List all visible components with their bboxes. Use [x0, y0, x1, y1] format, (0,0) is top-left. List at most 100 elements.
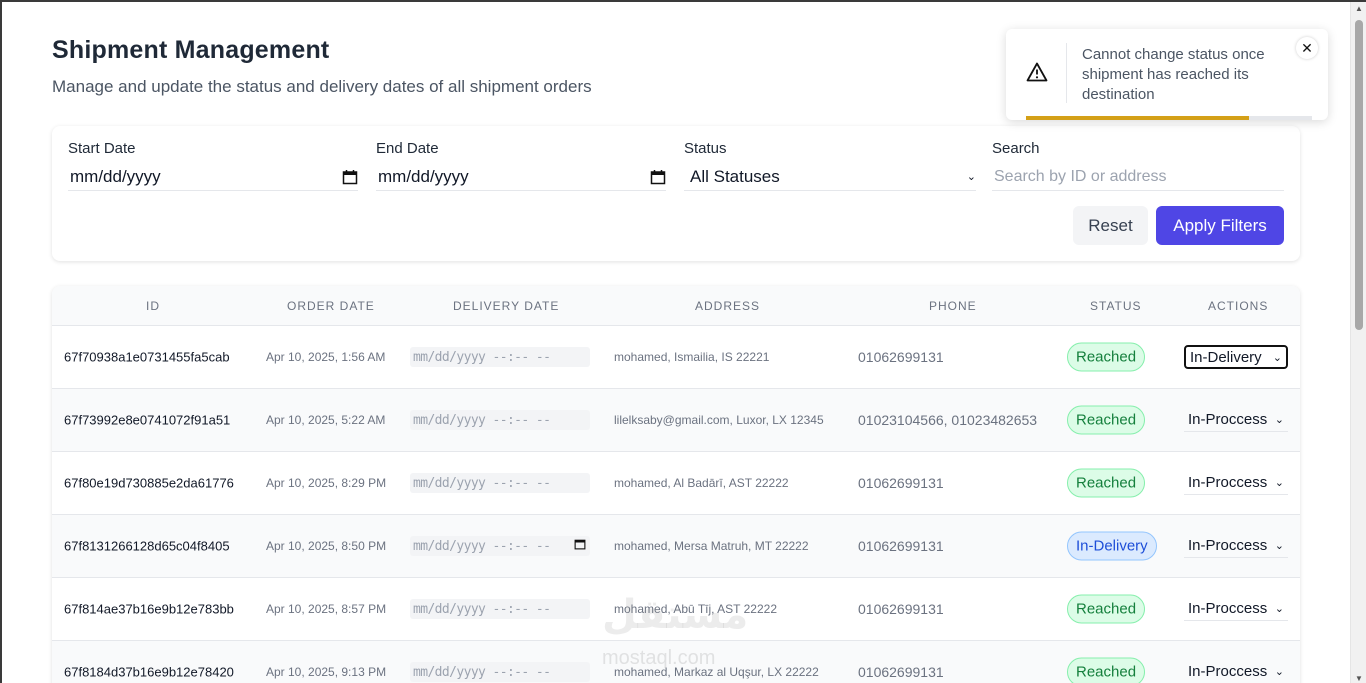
toast-divider: [1066, 43, 1067, 103]
column-header-phone: PHONE: [929, 299, 977, 313]
status-badge: Reached: [1067, 405, 1146, 435]
column-header-delivery-date: DELIVERY DATE: [453, 299, 560, 313]
table-row: 67f70938a1e0731455fa5cab Apr 10, 2025, 1:…: [52, 326, 1300, 389]
start-date-value: mm/dd/yyyy: [70, 166, 161, 186]
table-row: 67f8131266128d65c04f8405 Apr 10, 2025, 8:…: [52, 515, 1300, 578]
delivery-date-input[interactable]: mm/dd/yyyy --:-- --: [410, 662, 590, 682]
action-select[interactable]: In-Delivery ⌄: [1184, 345, 1288, 369]
chevron-down-icon: ⌄: [1274, 603, 1284, 615]
status-select[interactable]: All Statuses ⌄: [684, 163, 976, 191]
shipment-id: 67f8184d37b16e9b12e78420: [64, 664, 234, 680]
delivery-date-placeholder: mm/dd/yyyy --:-- --: [413, 412, 551, 428]
status-badge: Reached: [1067, 342, 1146, 372]
delivery-date-placeholder: mm/dd/yyyy --:-- --: [413, 664, 551, 680]
delivery-date-input[interactable]: mm/dd/yyyy --:-- --: [410, 473, 590, 493]
phone: 01062699131: [858, 349, 944, 365]
chevron-down-icon: ⌄: [1272, 351, 1282, 364]
search-label: Search: [992, 140, 1040, 157]
end-date-value: mm/dd/yyyy: [378, 166, 469, 186]
delivery-date-input[interactable]: mm/dd/yyyy --:-- --: [410, 410, 590, 430]
watermark-logo: مستقل: [602, 593, 749, 637]
calendar-icon[interactable]: [650, 169, 666, 185]
phone: 01062699131: [858, 601, 944, 617]
table-row: 67f80e19d730885e2da61776 Apr 10, 2025, 8:…: [52, 452, 1300, 515]
calendar-icon[interactable]: [342, 169, 358, 185]
search-field: Search Search by ID or address: [992, 140, 1284, 191]
scrollbar-thumb[interactable]: [1355, 20, 1363, 330]
order-date: Apr 10, 2025, 5:22 AM: [266, 413, 386, 427]
order-date: Apr 10, 2025, 8:57 PM: [266, 602, 387, 616]
column-header-order-date: ORDER DATE: [287, 299, 375, 313]
scroll-up-icon[interactable]: ▲: [1355, 4, 1363, 13]
order-date: Apr 10, 2025, 8:29 PM: [266, 476, 387, 490]
address: mohamed, Al Badārī, AST 22222: [614, 476, 789, 490]
status-badge: Reached: [1067, 468, 1146, 498]
status-label: Status: [684, 140, 727, 157]
delivery-date-placeholder: mm/dd/yyyy --:-- --: [413, 349, 551, 365]
end-date-field: End Date mm/dd/yyyy: [376, 140, 666, 191]
action-select-value: In-Proccess: [1188, 600, 1268, 617]
end-date-input[interactable]: mm/dd/yyyy: [376, 163, 666, 191]
delivery-date-input[interactable]: mm/dd/yyyy --:-- --: [410, 347, 590, 367]
reset-button[interactable]: Reset: [1073, 206, 1148, 245]
address: mohamed, Mersa Matruh, MT 22222: [614, 539, 809, 553]
toast-message: Cannot change status once shipment has r…: [1082, 46, 1265, 103]
table-row: 67f73992e8e0741072f91a51 Apr 10, 2025, 5:…: [52, 389, 1300, 452]
status-badge: Reached: [1067, 657, 1146, 683]
page-scrollbar[interactable]: ▲ ▼: [1350, 2, 1366, 683]
shipment-id: 67f8131266128d65c04f8405: [64, 538, 230, 554]
shipment-id: 67f70938a1e0731455fa5cab: [64, 349, 230, 365]
delivery-date-placeholder: mm/dd/yyyy --:-- --: [413, 601, 551, 617]
table-header: ID ORDER DATE DELIVERY DATE ADDRESS PHON…: [52, 286, 1300, 326]
search-input[interactable]: Search by ID or address: [992, 163, 1284, 191]
action-select-value: In-Proccess: [1188, 474, 1268, 491]
order-date: Apr 10, 2025, 8:50 PM: [266, 539, 387, 553]
address: mohamed, Ismailia, IS 22221: [614, 350, 770, 364]
order-date: Apr 10, 2025, 9:13 PM: [266, 665, 387, 679]
warning-icon: [1026, 62, 1048, 82]
apply-filters-button[interactable]: Apply Filters: [1156, 206, 1284, 245]
action-select-value: In-Delivery: [1190, 348, 1262, 366]
order-date: Apr 10, 2025, 1:56 AM: [266, 350, 386, 364]
toast-progress-bar: [1026, 116, 1250, 120]
column-header-actions: ACTIONS: [1208, 299, 1269, 313]
column-header-address: ADDRESS: [695, 299, 761, 313]
warning-toast: Cannot change status once shipment has r…: [1006, 29, 1328, 120]
phone: 01062699131: [858, 664, 944, 680]
page-title: Shipment Management: [52, 36, 330, 64]
watermark-url: mostaql.com: [602, 647, 716, 669]
status-badge: Reached: [1067, 594, 1146, 624]
chevron-down-icon: ⌄: [1274, 414, 1284, 426]
shipment-id: 67f814ae37b16e9b12e783bb: [64, 601, 234, 617]
action-select[interactable]: In-Proccess ⌄: [1184, 597, 1288, 621]
shipment-id: 67f73992e8e0741072f91a51: [64, 412, 231, 428]
start-date-input[interactable]: mm/dd/yyyy: [68, 163, 358, 191]
action-select[interactable]: In-Proccess ⌄: [1184, 471, 1288, 495]
phone: 01023104566, 01023482653: [858, 412, 1038, 428]
search-placeholder: Search by ID or address: [994, 167, 1167, 185]
delivery-date-input[interactable]: mm/dd/yyyy --:-- --: [410, 599, 590, 619]
action-select[interactable]: In-Proccess ⌄: [1184, 534, 1288, 558]
chevron-down-icon: ⌄: [1274, 477, 1284, 489]
phone: 01062699131: [858, 538, 944, 554]
action-select[interactable]: In-Proccess ⌄: [1184, 408, 1288, 432]
filter-panel: Start Date mm/dd/yyyy End Date mm/dd/yyy…: [52, 126, 1300, 261]
status-badge: In-Delivery: [1067, 531, 1157, 561]
delivery-date-placeholder: mm/dd/yyyy --:-- --: [413, 538, 551, 554]
scroll-down-icon[interactable]: ▼: [1355, 674, 1363, 683]
delivery-date-input[interactable]: mm/dd/yyyy --:-- --: [410, 536, 590, 556]
action-select-value: In-Proccess: [1188, 537, 1268, 554]
end-date-label: End Date: [376, 140, 439, 157]
action-select-value: In-Proccess: [1188, 663, 1268, 680]
chevron-down-icon: ⌄: [1274, 666, 1284, 678]
start-date-label: Start Date: [68, 140, 136, 157]
address: lilelksaby@gmail.com, Luxor, LX 12345: [614, 413, 824, 427]
calendar-icon[interactable]: [574, 538, 586, 554]
action-select[interactable]: In-Proccess ⌄: [1184, 660, 1288, 683]
close-icon[interactable]: ✕: [1296, 37, 1318, 59]
page-subtitle: Manage and update the status and deliver…: [52, 77, 592, 96]
action-select-value: In-Proccess: [1188, 411, 1268, 428]
status-select-value: All Statuses: [690, 166, 780, 186]
column-header-status: STATUS: [1090, 299, 1142, 313]
chevron-down-icon: ⌄: [966, 171, 976, 183]
